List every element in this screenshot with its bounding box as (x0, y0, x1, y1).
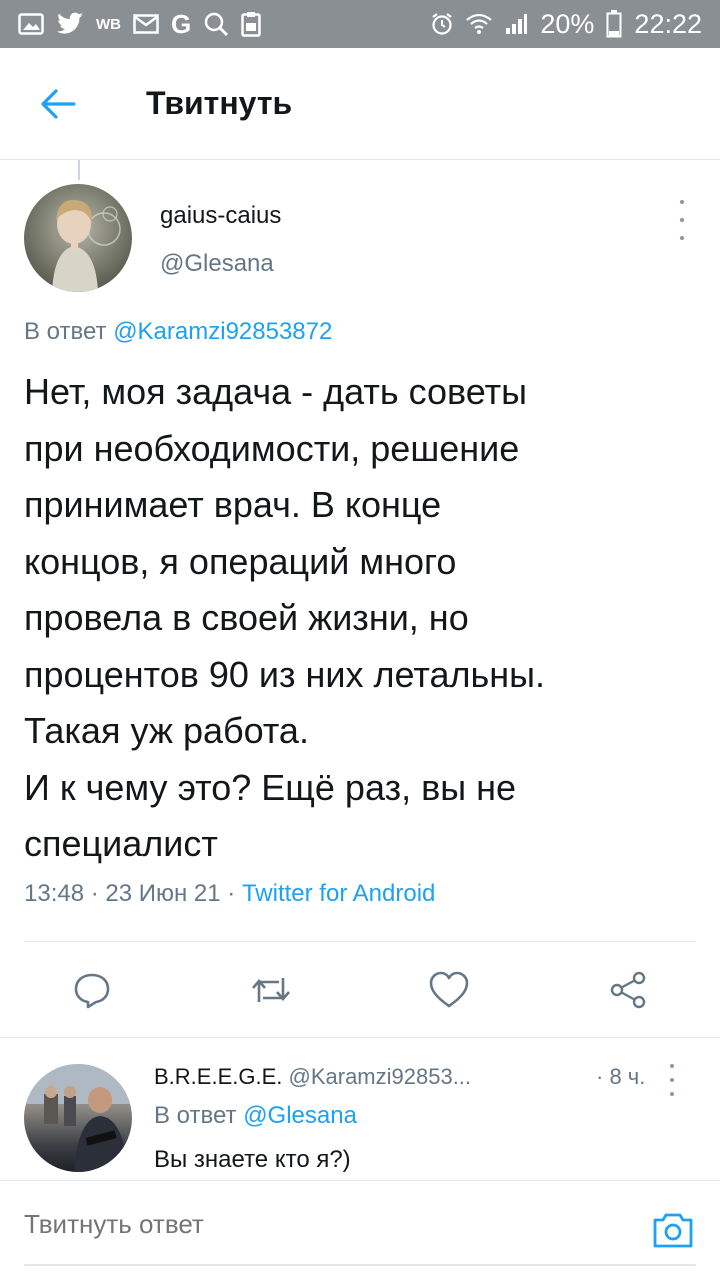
tweet-text-line: И к чему это? Ещё раз, вы не (24, 766, 516, 808)
reply-to-prefix: В ответ (24, 318, 114, 345)
heart-icon (429, 971, 469, 1008)
author-name[interactable]: gaius-caius (160, 202, 281, 230)
meta-separator: · (84, 880, 106, 907)
twitter-bird-icon (56, 10, 84, 38)
app-bar: Твитнуть (0, 48, 720, 160)
reply-author-line: B.R.E.E.G.E. @Karamzi92853... (154, 1064, 471, 1090)
like-button[interactable] (419, 960, 479, 1020)
reply-icon (74, 973, 110, 1009)
wifi-icon (466, 10, 493, 38)
meta-separator: · (220, 880, 242, 907)
tweet-meta: 13:48 · 23 Июн 21 · Twitter for Android (24, 880, 435, 908)
tweet-text-line: при необходимости, решение (24, 427, 520, 469)
google-icon: G (171, 8, 192, 39)
reply-to: В ответ @Karamzi92853872 (24, 318, 332, 346)
tweet-text-line: специалист (24, 823, 218, 864)
reply-to-handle-link[interactable]: @Glesana (243, 1102, 357, 1129)
reply-button[interactable] (62, 960, 122, 1020)
avatar[interactable] (24, 1064, 132, 1172)
signal-icon (504, 10, 528, 38)
page-title: Твитнуть (146, 85, 293, 121)
reply-text: Вы знаете кто я?) (154, 1146, 351, 1173)
reply-tweet[interactable]: B.R.E.E.G.E. @Karamzi92853... · 8 ч. В о… (24, 1050, 696, 1180)
reply-composer (0, 1180, 720, 1280)
clipboard-icon (241, 10, 261, 38)
tweet-text-line: процентов 90 из них летальны. (24, 653, 545, 695)
camera-button[interactable] (650, 1207, 696, 1253)
more-dots-icon (680, 200, 684, 204)
back-button[interactable] (8, 54, 108, 154)
status-bar: WB G 20% 22:22 (0, 0, 720, 48)
composer-underline (24, 1264, 696, 1266)
divider (24, 941, 696, 942)
tweet-text-line: концов, я операций много (24, 540, 457, 582)
reply-to-handle-link[interactable]: @Karamzi92853872 (113, 318, 332, 345)
arrow-left-icon (41, 88, 76, 119)
battery-percent: 20% (540, 8, 595, 39)
reply-author-name[interactable]: B.R.E.E.G.E. (154, 1064, 282, 1089)
tweet-actions (0, 960, 720, 1024)
tweet-text-line: принимает врач. В конце (24, 484, 442, 525)
more-options-button[interactable] (662, 1064, 682, 1096)
tweet-text-line: Нет, моя задача - дать советы (24, 371, 527, 412)
tweet-header: gaius-caius @Glesana (24, 180, 696, 292)
status-bar-system: 20% 22:22 (430, 9, 702, 40)
share-icon (610, 971, 646, 1009)
retweet-button[interactable] (241, 960, 301, 1020)
more-dot (680, 236, 684, 240)
share-button[interactable] (598, 960, 658, 1020)
tweet-source-link[interactable]: Twitter for Android (242, 880, 435, 907)
wb-icon: WB (96, 15, 121, 33)
tweet-text-line: Такая уж работа. (24, 710, 309, 751)
gallery-icon (18, 10, 44, 38)
reply-time: · 8 ч. (596, 1064, 646, 1089)
mail-icon (133, 10, 159, 38)
divider (0, 1037, 720, 1038)
thread-connector (78, 160, 80, 180)
more-dot (670, 1078, 674, 1082)
reply-input[interactable] (24, 1209, 584, 1240)
retweet-icon (252, 978, 290, 1002)
camera-icon (653, 1213, 693, 1248)
battery-icon (606, 10, 622, 38)
more-options-button[interactable] (672, 200, 692, 240)
reply-to: В ответ @Glesana (154, 1102, 357, 1130)
tweet-text-line: провела в своей жизни, но (24, 597, 469, 638)
avatar[interactable] (24, 184, 132, 292)
tweet-text: Нет, моя задача - дать советы при необхо… (24, 364, 696, 873)
author-handle[interactable]: @Glesana (160, 250, 274, 278)
status-time: 22:22 (634, 8, 702, 39)
alarm-icon (430, 10, 454, 38)
tweet-date: 23 Июн 21 (105, 880, 221, 907)
reply-author-handle[interactable]: @Karamzi92853... (289, 1064, 472, 1089)
status-bar-notifications: WB G (18, 8, 261, 39)
more-dot (670, 1092, 674, 1096)
search-icon (203, 10, 229, 38)
more-dots-icon (670, 1064, 674, 1068)
reply-to-prefix: В ответ (154, 1102, 244, 1129)
tweet-time: 13:48 (24, 880, 85, 907)
more-dot (680, 218, 684, 222)
